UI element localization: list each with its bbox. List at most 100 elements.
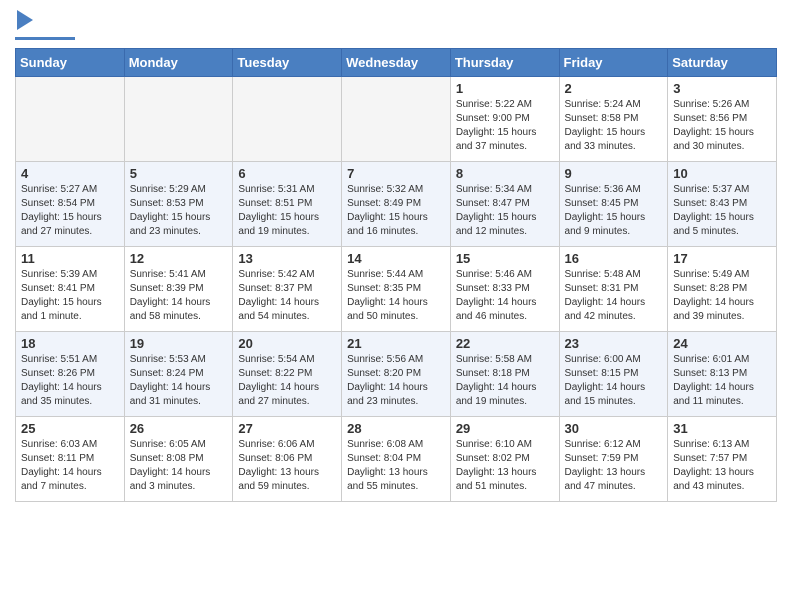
cell-info: Sunrise: 5:56 AM Sunset: 8:20 PM Dayligh… [347,353,445,409]
cell-info: Sunrise: 5:44 AM Sunset: 8:35 PM Dayligh… [347,268,445,324]
cell-info: Sunrise: 5:48 AM Sunset: 8:31 PM Dayligh… [565,268,663,324]
weekday-header-saturday: Saturday [668,49,777,77]
day-number: 6 [238,166,336,181]
day-number: 28 [347,421,445,436]
calendar-cell: 13 Sunrise: 5:42 AM Sunset: 8:37 PM Dayli… [233,247,342,332]
cell-info: Sunrise: 6:03 AM Sunset: 8:11 PM Dayligh… [21,438,119,494]
logo-arrow-icon [17,10,33,35]
calendar-week-row: 25 Sunrise: 6:03 AM Sunset: 8:11 PM Dayli… [16,417,777,502]
day-number: 1 [456,81,554,96]
cell-info: Sunrise: 5:46 AM Sunset: 8:33 PM Dayligh… [456,268,554,324]
day-number: 9 [565,166,663,181]
day-number: 29 [456,421,554,436]
calendar-cell: 25 Sunrise: 6:03 AM Sunset: 8:11 PM Dayli… [16,417,125,502]
day-number: 24 [673,336,771,351]
cell-info: Sunrise: 5:31 AM Sunset: 8:51 PM Dayligh… [238,183,336,239]
calendar-cell: 6 Sunrise: 5:31 AM Sunset: 8:51 PM Daylig… [233,162,342,247]
cell-info: Sunrise: 5:34 AM Sunset: 8:47 PM Dayligh… [456,183,554,239]
calendar-cell: 29Sunrise: 6:10 AM Sunset: 8:02 PM Dayli… [450,417,559,502]
calendar-week-row: 11 Sunrise: 5:39 AM Sunset: 8:41 PM Dayli… [16,247,777,332]
calendar-week-row: 4 Sunrise: 5:27 AM Sunset: 8:54 PM Daylig… [16,162,777,247]
calendar-cell: 21 Sunrise: 5:56 AM Sunset: 8:20 PM Dayli… [342,332,451,417]
cell-info: Sunrise: 5:49 AM Sunset: 8:28 PM Dayligh… [673,268,771,324]
day-number: 26 [130,421,228,436]
calendar-cell: 12 Sunrise: 5:41 AM Sunset: 8:39 PM Dayli… [124,247,233,332]
calendar-cell [233,77,342,162]
cell-info: Sunrise: 5:51 AM Sunset: 8:26 PM Dayligh… [21,353,119,409]
cell-info: Sunrise: 5:53 AM Sunset: 8:24 PM Dayligh… [130,353,228,409]
cell-info: Sunrise: 6:00 AM Sunset: 8:15 PM Dayligh… [565,353,663,409]
cell-info: Sunrise: 5:37 AM Sunset: 8:43 PM Dayligh… [673,183,771,239]
calendar-cell: 20Sunrise: 5:54 AM Sunset: 8:22 PM Dayli… [233,332,342,417]
calendar-cell: 27 Sunrise: 6:06 AM Sunset: 8:06 PM Dayli… [233,417,342,502]
calendar-cell: 9 Sunrise: 5:36 AM Sunset: 8:45 PM Daylig… [559,162,668,247]
day-number: 2 [565,81,663,96]
calendar-cell: 16Sunrise: 5:48 AM Sunset: 8:31 PM Dayli… [559,247,668,332]
weekday-header-row: SundayMondayTuesdayWednesdayThursdayFrid… [16,49,777,77]
calendar-cell: 11 Sunrise: 5:39 AM Sunset: 8:41 PM Dayli… [16,247,125,332]
cell-info: Sunrise: 5:41 AM Sunset: 8:39 PM Dayligh… [130,268,228,324]
day-number: 12 [130,251,228,266]
calendar-cell: 18Sunrise: 5:51 AM Sunset: 8:26 PM Dayli… [16,332,125,417]
calendar-body: 1 Sunrise: 5:22 AM Sunset: 9:00 PM Daylig… [16,77,777,502]
header [15,10,777,40]
calendar-week-row: 1 Sunrise: 5:22 AM Sunset: 9:00 PM Daylig… [16,77,777,162]
cell-info: Sunrise: 5:39 AM Sunset: 8:41 PM Dayligh… [21,268,119,324]
weekday-header-tuesday: Tuesday [233,49,342,77]
day-number: 21 [347,336,445,351]
cell-info: Sunrise: 6:13 AM Sunset: 7:57 PM Dayligh… [673,438,771,494]
calendar-week-row: 18Sunrise: 5:51 AM Sunset: 8:26 PM Dayli… [16,332,777,417]
day-number: 11 [21,251,119,266]
calendar-cell: 17 Sunrise: 5:49 AM Sunset: 8:28 PM Dayli… [668,247,777,332]
logo [15,10,75,40]
cell-info: Sunrise: 5:22 AM Sunset: 9:00 PM Dayligh… [456,98,554,154]
cell-info: Sunrise: 5:26 AM Sunset: 8:56 PM Dayligh… [673,98,771,154]
day-number: 22 [456,336,554,351]
calendar-cell [16,77,125,162]
cell-info: Sunrise: 6:06 AM Sunset: 8:06 PM Dayligh… [238,438,336,494]
calendar-cell: 28Sunrise: 6:08 AM Sunset: 8:04 PM Dayli… [342,417,451,502]
cell-info: Sunrise: 6:12 AM Sunset: 7:59 PM Dayligh… [565,438,663,494]
day-number: 25 [21,421,119,436]
cell-info: Sunrise: 5:27 AM Sunset: 8:54 PM Dayligh… [21,183,119,239]
day-number: 17 [673,251,771,266]
calendar-cell: 5 Sunrise: 5:29 AM Sunset: 8:53 PM Daylig… [124,162,233,247]
calendar-cell: 10Sunrise: 5:37 AM Sunset: 8:43 PM Dayli… [668,162,777,247]
cell-info: Sunrise: 5:36 AM Sunset: 8:45 PM Dayligh… [565,183,663,239]
cell-info: Sunrise: 5:29 AM Sunset: 8:53 PM Dayligh… [130,183,228,239]
day-number: 5 [130,166,228,181]
day-number: 4 [21,166,119,181]
calendar-cell: 15 Sunrise: 5:46 AM Sunset: 8:33 PM Dayli… [450,247,559,332]
weekday-header-monday: Monday [124,49,233,77]
day-number: 15 [456,251,554,266]
calendar-cell: 2 Sunrise: 5:24 AM Sunset: 8:58 PM Daylig… [559,77,668,162]
calendar-header: SundayMondayTuesdayWednesdayThursdayFrid… [16,49,777,77]
calendar-cell: 19 Sunrise: 5:53 AM Sunset: 8:24 PM Dayli… [124,332,233,417]
weekday-header-friday: Friday [559,49,668,77]
calendar-table: SundayMondayTuesdayWednesdayThursdayFrid… [15,48,777,502]
weekday-header-sunday: Sunday [16,49,125,77]
calendar-cell: 26Sunrise: 6:05 AM Sunset: 8:08 PM Dayli… [124,417,233,502]
cell-info: Sunrise: 5:42 AM Sunset: 8:37 PM Dayligh… [238,268,336,324]
day-number: 30 [565,421,663,436]
day-number: 27 [238,421,336,436]
weekday-header-wednesday: Wednesday [342,49,451,77]
cell-info: Sunrise: 5:24 AM Sunset: 8:58 PM Dayligh… [565,98,663,154]
logo-underline [15,37,75,40]
day-number: 14 [347,251,445,266]
calendar-cell: 14 Sunrise: 5:44 AM Sunset: 8:35 PM Dayli… [342,247,451,332]
day-number: 19 [130,336,228,351]
calendar-cell: 24Sunrise: 6:01 AM Sunset: 8:13 PM Dayli… [668,332,777,417]
day-number: 13 [238,251,336,266]
calendar-cell: 1 Sunrise: 5:22 AM Sunset: 9:00 PM Daylig… [450,77,559,162]
calendar-cell: 8Sunrise: 5:34 AM Sunset: 8:47 PM Daylig… [450,162,559,247]
cell-info: Sunrise: 5:54 AM Sunset: 8:22 PM Dayligh… [238,353,336,409]
calendar-cell: 31 Sunrise: 6:13 AM Sunset: 7:57 PM Dayli… [668,417,777,502]
calendar-cell: 4 Sunrise: 5:27 AM Sunset: 8:54 PM Daylig… [16,162,125,247]
day-number: 3 [673,81,771,96]
calendar-cell: 7Sunrise: 5:32 AM Sunset: 8:49 PM Daylig… [342,162,451,247]
day-number: 31 [673,421,771,436]
calendar-cell [342,77,451,162]
calendar-cell: 3 Sunrise: 5:26 AM Sunset: 8:56 PM Daylig… [668,77,777,162]
weekday-header-thursday: Thursday [450,49,559,77]
